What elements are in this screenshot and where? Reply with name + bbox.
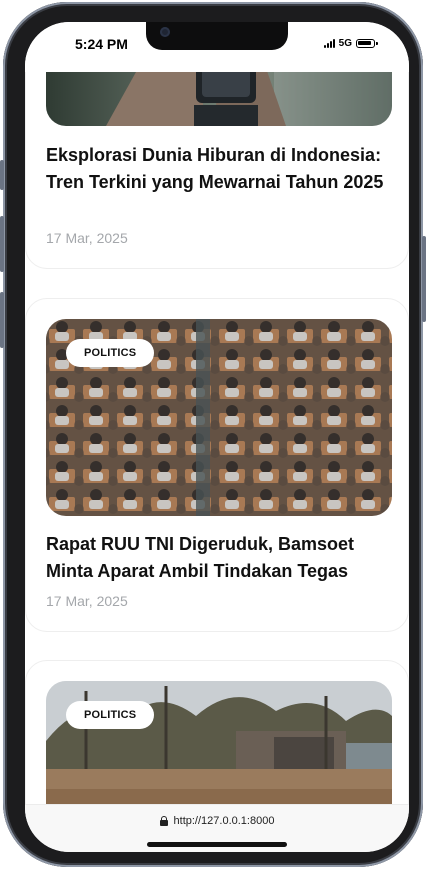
article-date: 17 Mar, 2025 xyxy=(46,593,128,609)
url-display[interactable]: http://127.0.0.1:8000 xyxy=(25,815,409,827)
volume-up-button xyxy=(0,216,4,272)
news-feed[interactable]: Eksplorasi Dunia Hiburan di Indonesia: T… xyxy=(25,72,409,804)
lock-icon xyxy=(159,816,168,826)
volume-down-button xyxy=(0,292,4,348)
article-card[interactable]: POLITICS Rapat RUU TNI Digeruduk, Bamsoe… xyxy=(25,298,409,632)
status-bar: 5:24 PM 5G xyxy=(25,22,409,72)
phone-frame: 5:24 PM 5G Eksplorasi Dunia Hiburan di I… xyxy=(0,2,426,867)
article-image[interactable]: POLITICS xyxy=(46,681,392,804)
status-time: 5:24 PM xyxy=(75,36,128,52)
status-indicators: 5G xyxy=(323,38,378,49)
action-button xyxy=(0,160,4,190)
article-date: 17 Mar, 2025 xyxy=(46,230,128,246)
article-card[interactable]: Eksplorasi Dunia Hiburan di Indonesia: T… xyxy=(25,72,409,269)
article-image[interactable] xyxy=(46,72,392,126)
browser-url-bar[interactable]: http://127.0.0.1:8000 xyxy=(25,804,409,852)
home-indicator[interactable] xyxy=(147,842,287,847)
article-image[interactable]: POLITICS xyxy=(46,319,392,516)
battery-icon xyxy=(356,39,378,48)
photo-flooded-street-icon xyxy=(46,681,392,804)
category-badge[interactable]: POLITICS xyxy=(66,701,155,729)
category-badge[interactable]: POLITICS xyxy=(66,339,155,367)
front-camera-icon xyxy=(160,27,170,37)
article-card[interactable]: POLITICS xyxy=(25,660,409,804)
url-text[interactable]: http://127.0.0.1:8000 xyxy=(174,815,275,827)
article-title[interactable]: Rapat RUU TNI Digeruduk, Bamsoet Minta A… xyxy=(46,531,386,585)
photo-hands-phone-icon xyxy=(46,72,392,126)
power-button xyxy=(422,236,426,322)
network-label: 5G xyxy=(338,38,352,49)
article-title[interactable]: Eksplorasi Dunia Hiburan di Indonesia: T… xyxy=(46,142,386,196)
signal-icon xyxy=(323,39,335,48)
notch xyxy=(146,22,288,50)
phone-screen: 5:24 PM 5G Eksplorasi Dunia Hiburan di I… xyxy=(25,22,409,852)
